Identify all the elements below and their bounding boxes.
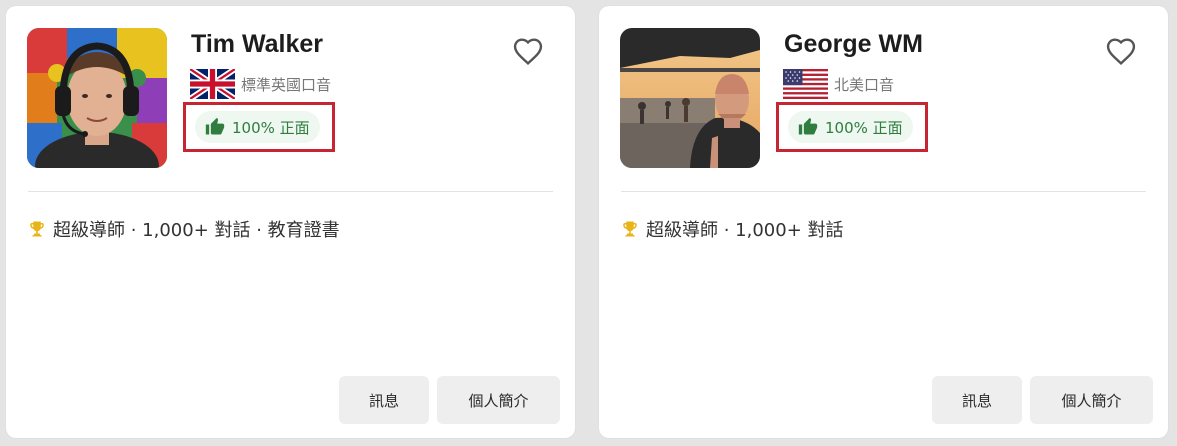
uk-flag-icon — [190, 69, 235, 99]
tutor-card[interactable]: George WM 北美口音 100% 正面 超級導師 · 1,000+ 對話 … — [599, 6, 1168, 438]
rating-label: 100% 正面 — [232, 118, 310, 137]
us-flag-icon — [783, 69, 828, 99]
rating-highlight-box: 100% 正面 — [183, 102, 335, 152]
rating-badge: 100% 正面 — [788, 111, 913, 143]
card-divider — [28, 191, 553, 192]
favorite-heart-icon[interactable] — [511, 36, 545, 68]
message-button[interactable]: 訊息 — [339, 376, 429, 424]
profile-button[interactable]: 個人簡介 — [1030, 376, 1153, 424]
achievements-text: 超級導師 · 1,000+ 對話 · 教育證書 — [53, 220, 340, 241]
profile-button[interactable]: 個人簡介 — [437, 376, 560, 424]
thumbs-up-icon — [798, 117, 818, 135]
rating-badge: 100% 正面 — [195, 111, 320, 143]
achievements-row: 超級導師 · 1,000+ 對話 · 教育證書 — [28, 216, 340, 242]
tutor-avatar[interactable] — [620, 28, 760, 168]
card-divider — [621, 191, 1146, 192]
accent-label: 北美口音 — [834, 75, 895, 94]
tutor-name[interactable]: Tim Walker — [191, 30, 323, 59]
accent-label: 標準英國口音 — [241, 75, 332, 94]
tutor-name[interactable]: George WM — [784, 30, 923, 59]
rating-label: 100% 正面 — [825, 118, 903, 137]
rating-highlight-box: 100% 正面 — [776, 102, 928, 152]
tutor-avatar[interactable] — [27, 28, 167, 168]
trophy-icon — [623, 221, 637, 237]
achievements-text: 超級導師 · 1,000+ 對話 — [646, 220, 844, 241]
tutor-card[interactable]: Tim Walker 標準英國口音 100% 正面 超級導師 · 1,000+ … — [6, 6, 575, 438]
thumbs-up-icon — [205, 117, 225, 135]
accent-row: 北美口音 — [783, 69, 894, 99]
message-button[interactable]: 訊息 — [932, 376, 1022, 424]
accent-row: 標準英國口音 — [190, 69, 331, 99]
favorite-heart-icon[interactable] — [1104, 36, 1138, 68]
trophy-icon — [30, 221, 44, 237]
achievements-row: 超級導師 · 1,000+ 對話 — [621, 216, 844, 242]
